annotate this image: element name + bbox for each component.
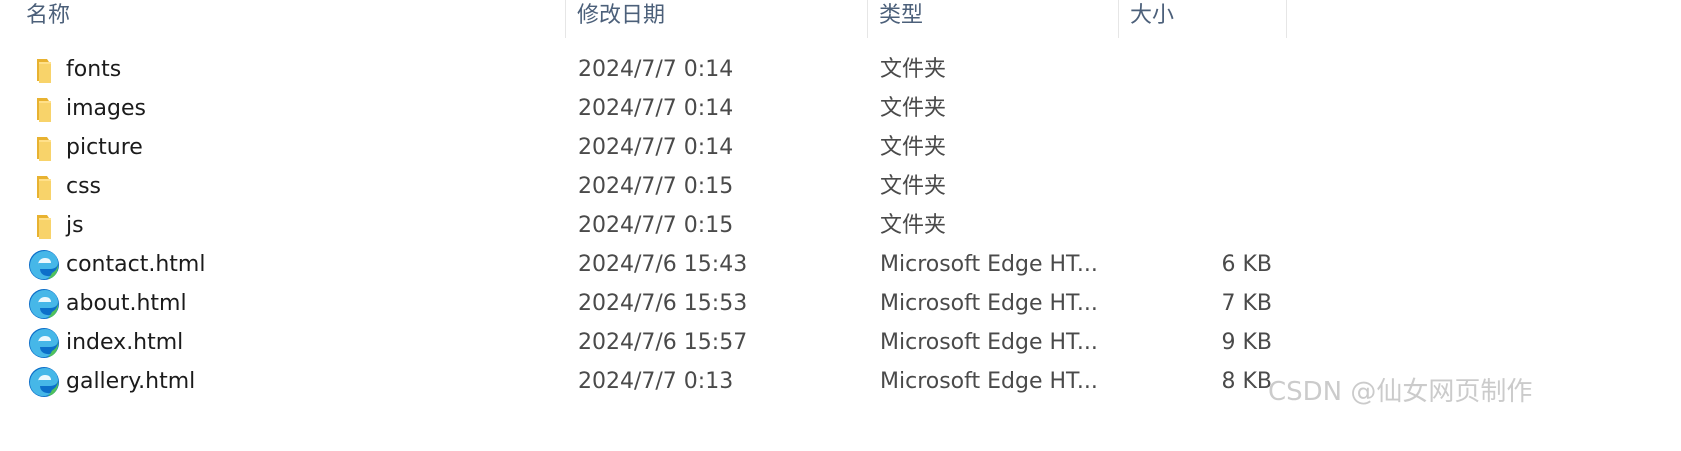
file-name[interactable]: gallery.html: [66, 362, 195, 401]
column-header-name[interactable]: 名称: [14, 0, 564, 38]
column-header-modified[interactable]: 修改日期: [565, 0, 865, 38]
folder-icon: [37, 137, 51, 161]
file-name[interactable]: contact.html: [66, 245, 205, 284]
watermark: CSDN @仙女网页制作: [1268, 377, 1533, 407]
file-modified: 2024/7/7 0:14: [578, 135, 734, 160]
file-name[interactable]: fonts: [66, 50, 121, 89]
file-size: [1160, 128, 1272, 167]
folder-icon: [37, 215, 51, 239]
file-type: Microsoft Edge HT...: [880, 252, 1098, 277]
edge-html-icon: [29, 328, 59, 358]
edge-html-icon: [29, 289, 59, 319]
file-type: 文件夹: [880, 135, 947, 160]
folder-icon: [37, 59, 51, 83]
file-row[interactable]: contact.html 2024/7/6 15:43 Microsoft Ed…: [0, 245, 1681, 284]
file-name[interactable]: images: [66, 89, 146, 128]
file-type: 文件夹: [880, 57, 947, 82]
file-name[interactable]: css: [66, 167, 101, 206]
file-size: [1160, 206, 1272, 245]
column-divider[interactable]: [1286, 0, 1287, 38]
file-modified: 2024/7/7 0:13: [578, 369, 734, 394]
edge-html-icon: [29, 367, 59, 397]
file-row[interactable]: index.html 2024/7/6 15:57 Microsoft Edge…: [0, 323, 1681, 362]
file-modified: 2024/7/7 0:15: [578, 174, 734, 199]
file-row[interactable]: fonts 2024/7/7 0:14 文件夹: [0, 50, 1681, 89]
folder-icon: [37, 98, 51, 122]
file-size: 8 KB: [1221, 369, 1272, 394]
file-modified: 2024/7/6 15:57: [578, 330, 748, 355]
file-type: Microsoft Edge HT...: [880, 369, 1098, 394]
file-row[interactable]: js 2024/7/7 0:15 文件夹: [0, 206, 1681, 245]
file-row[interactable]: css 2024/7/7 0:15 文件夹: [0, 167, 1681, 206]
file-modified: 2024/7/7 0:14: [578, 57, 734, 82]
file-type: 文件夹: [880, 213, 947, 238]
file-modified: 2024/7/7 0:15: [578, 213, 734, 238]
column-header-bar: 名称 修改日期 类型 大小: [0, 0, 1681, 40]
file-size: [1160, 50, 1272, 89]
edge-html-icon: [29, 250, 59, 280]
file-modified: 2024/7/7 0:14: [578, 96, 734, 121]
file-size: [1160, 89, 1272, 128]
file-row[interactable]: about.html 2024/7/6 15:53 Microsoft Edge…: [0, 284, 1681, 323]
folder-icon: [37, 176, 51, 200]
file-name[interactable]: about.html: [66, 284, 187, 323]
file-name[interactable]: js: [66, 206, 84, 245]
file-size: 7 KB: [1221, 291, 1272, 316]
file-name[interactable]: index.html: [66, 323, 183, 362]
file-size: 9 KB: [1221, 330, 1272, 355]
file-row[interactable]: images 2024/7/7 0:14 文件夹: [0, 89, 1681, 128]
file-modified: 2024/7/6 15:43: [578, 252, 748, 277]
column-header-size[interactable]: 大小: [1118, 0, 1286, 38]
file-name[interactable]: picture: [66, 128, 143, 167]
file-modified: 2024/7/6 15:53: [578, 291, 748, 316]
file-type: 文件夹: [880, 96, 947, 121]
file-type: 文件夹: [880, 174, 947, 199]
column-header-type[interactable]: 类型: [867, 0, 1117, 38]
file-type: Microsoft Edge HT...: [880, 330, 1098, 355]
file-type: Microsoft Edge HT...: [880, 291, 1098, 316]
file-size: 6 KB: [1221, 252, 1272, 277]
file-size: [1160, 167, 1272, 206]
file-row[interactable]: picture 2024/7/7 0:14 文件夹: [0, 128, 1681, 167]
